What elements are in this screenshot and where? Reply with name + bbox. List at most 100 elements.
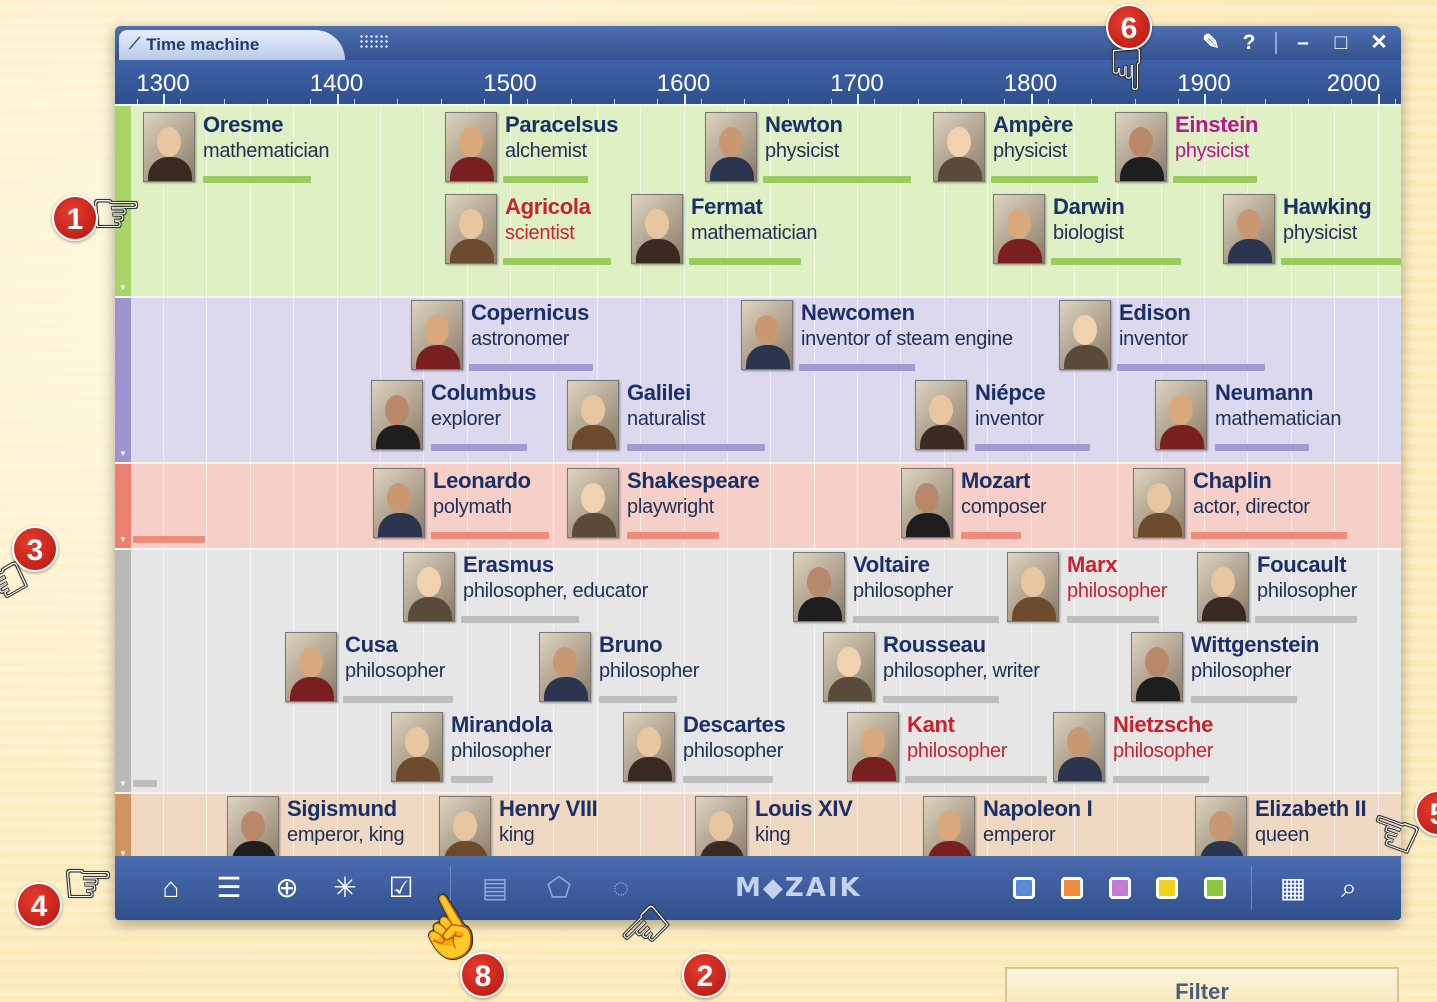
person-role: emperor, king (287, 824, 405, 846)
lane-color-strip[interactable] (115, 298, 131, 462)
lifespan-bar[interactable] (1255, 616, 1357, 623)
collapse-arrow-icon[interactable]: ▼ (119, 779, 127, 788)
maximize-button[interactable]: □ (1329, 31, 1353, 55)
lifespan-bar[interactable] (461, 616, 579, 623)
person-role: king (755, 824, 791, 846)
filter-green-button[interactable] (1204, 877, 1226, 899)
sparkle-icon[interactable]: ✳ (327, 870, 363, 906)
lane-rulers[interactable]: ▼ Sigismund emperor, king Henry VIII king Lou… (115, 792, 1401, 856)
portrait-image (227, 796, 279, 856)
lifespan-bar[interactable] (1067, 616, 1159, 623)
grid-line (293, 464, 295, 548)
lifespan-bar[interactable] (133, 780, 157, 787)
lifespan-bar[interactable] (599, 696, 677, 703)
lifespan-bar[interactable] (975, 444, 1090, 451)
card-icon[interactable]: ▤ (477, 870, 513, 906)
lifespan-bar[interactable] (961, 532, 1021, 539)
lane-science[interactable]: ▼ Oresme mathematician Paracelsus alchemist N… (115, 104, 1401, 296)
grid-line (683, 794, 685, 856)
person-role: philosopher, writer (883, 660, 1040, 682)
portrait-body (376, 425, 420, 449)
portrait-body (378, 513, 422, 537)
lifespan-bar[interactable] (1281, 258, 1401, 265)
lifespan-bar[interactable] (503, 176, 588, 183)
lane-color-strip[interactable] (115, 794, 131, 856)
lifespan-bar[interactable] (503, 258, 611, 265)
lifespan-bar[interactable] (343, 696, 453, 703)
lifespan-bar[interactable] (991, 176, 1098, 183)
lane-philosophy[interactable]: ▼ Erasmus philosopher, educator Voltaire phi… (115, 548, 1401, 792)
filter-panel-header[interactable]: Filter (1005, 967, 1399, 1002)
portrait-image (793, 552, 845, 622)
lifespan-bar[interactable] (689, 258, 801, 265)
collapse-arrow-icon[interactable]: ▼ (119, 849, 127, 856)
filter-purple-button[interactable] (1109, 877, 1131, 899)
portrait-image (391, 712, 443, 782)
lifespan-bar[interactable] (1051, 258, 1181, 265)
home-icon[interactable]: ⌂ (153, 870, 189, 906)
person-role: biologist (1053, 222, 1124, 244)
lifespan-bar[interactable] (1113, 776, 1209, 783)
pointing-hand-icon: ☞ (1094, 43, 1159, 95)
lifespan-bar[interactable] (763, 176, 911, 183)
person-role: inventor (1119, 328, 1188, 350)
align-icon[interactable]: ☰ (211, 870, 247, 906)
grid-icon[interactable]: ▦ (1275, 870, 1311, 906)
person-name: Darwin (1053, 194, 1125, 219)
collapse-arrow-icon[interactable]: ▼ (119, 535, 127, 544)
lifespan-bar[interactable] (451, 776, 493, 783)
portrait-image (623, 712, 675, 782)
lifespan-bar[interactable] (1191, 696, 1297, 703)
lifespan-bar[interactable] (853, 616, 999, 623)
portrait-image (567, 468, 619, 538)
search-icon[interactable]: ⌕ (1331, 870, 1367, 906)
lifespan-bar[interactable] (1173, 176, 1257, 183)
lifespan-bar[interactable] (627, 444, 765, 451)
lifespan-bar[interactable] (1191, 532, 1347, 539)
lifespan-bar[interactable] (431, 444, 527, 451)
lifespan-bar[interactable] (469, 364, 593, 371)
portrait-face (581, 483, 605, 513)
window-tab[interactable]: ⟋ Time machine (119, 30, 345, 60)
portrait-body (828, 677, 872, 701)
collapse-arrow-icon[interactable]: ▼ (119, 283, 127, 292)
collapse-arrow-icon[interactable]: ▼ (119, 449, 127, 458)
filter-yellow-button[interactable] (1156, 877, 1178, 899)
portrait-image (1223, 194, 1275, 264)
lifespan-bar[interactable] (203, 176, 311, 183)
lifespan-bar[interactable] (431, 532, 549, 539)
lifespan-bar[interactable] (905, 776, 1047, 783)
year-tick (1377, 94, 1380, 104)
lifespan-bar[interactable] (683, 776, 773, 783)
lifespan-bar[interactable] (1117, 364, 1265, 371)
portrait-body (232, 841, 276, 856)
close-button[interactable]: ✕ (1367, 30, 1391, 55)
lifespan-bar[interactable] (883, 696, 999, 703)
checkbox-icon[interactable]: ☑ (383, 870, 419, 906)
person-role: philosopher (853, 580, 954, 602)
grid-line (987, 106, 989, 296)
lifespan-bar[interactable] (799, 364, 915, 371)
help-icon[interactable]: ? (1237, 31, 1261, 55)
pin-icon[interactable]: ✎ (1199, 30, 1223, 55)
person-name: Cusa (345, 632, 398, 657)
target-icon[interactable]: ⊕ (269, 870, 305, 906)
filter-blue-button[interactable] (1013, 877, 1035, 899)
minimize-button[interactable]: – (1291, 31, 1315, 55)
drag-grip[interactable] (359, 34, 389, 48)
lane-color-strip[interactable] (115, 550, 131, 792)
lane-inventors[interactable]: ▼ Copernicus astronomer Newcomen inventor of… (115, 296, 1401, 462)
filter-orange-button[interactable] (1061, 877, 1083, 899)
person-role: alchemist (505, 140, 587, 162)
lifespan-bar[interactable] (133, 536, 205, 543)
person-role: polymath (433, 496, 512, 518)
callout-badge-8: 8 (460, 952, 506, 998)
portrait-body (416, 345, 460, 369)
lifespan-bar[interactable] (1215, 444, 1309, 451)
person-name: Einstein (1175, 112, 1259, 137)
timeline-axis[interactable]: 1300 1400 1500 1600 1700 1800 1900 2000 (115, 60, 1401, 104)
pentagon-icon[interactable]: ⬠ (541, 870, 577, 906)
lane-arts[interactable]: ▼ Leonardo polymath Shakespeare playwright Mo… (115, 462, 1401, 548)
person-name: Agricola (505, 194, 591, 219)
lifespan-bar[interactable] (627, 532, 719, 539)
